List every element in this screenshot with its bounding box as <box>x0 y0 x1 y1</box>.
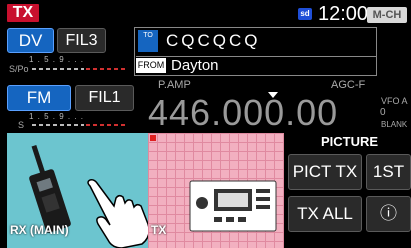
tx-panel-indicator <box>150 135 156 141</box>
to-call-sign[interactable]: CQCQCQ <box>166 31 261 51</box>
clock: 12:00 <box>318 3 369 25</box>
pict-tx-button[interactable]: PICT TX <box>288 154 362 190</box>
base-station-radio-icon <box>189 180 277 232</box>
meter-bar-2 <box>32 124 84 126</box>
mode-button-dv[interactable]: DV <box>7 28 54 53</box>
meter-bar-1 <box>32 68 84 70</box>
frequency-readout[interactable]: 446.000.00 <box>148 92 338 134</box>
tx-all-button[interactable]: TX ALL <box>288 196 362 232</box>
agc-label: AGC-F <box>331 79 366 91</box>
frequency-small-digit: 0 <box>380 107 386 118</box>
tx-indicator-badge: TX <box>7 4 39 22</box>
meter-scale-1: 1 . 5 . 9 . . . <box>29 55 85 64</box>
mode-button-fm[interactable]: FM <box>7 85 71 111</box>
memory-mode-badge[interactable]: M-CH <box>367 7 407 23</box>
meter-bar-2-over <box>86 124 128 126</box>
rx-panel-label: RX (MAIN) <box>10 223 69 237</box>
from-repeater[interactable]: Dayton <box>171 57 219 74</box>
to-label: TO <box>138 30 158 52</box>
meter-label-s: S <box>18 120 25 130</box>
meter-label-spo: S/Po <box>9 64 29 74</box>
tx-picture-panel[interactable] <box>148 133 284 248</box>
tx-panel-label: TX <box>151 223 167 237</box>
preamp-label: P.AMP <box>158 79 191 91</box>
meter-scale-2: 1 . 5 . 9 . . . <box>29 112 85 121</box>
sd-card-icon: sd <box>298 8 312 20</box>
first-button[interactable]: 1ST <box>366 154 411 190</box>
info-button[interactable]: ⓘ <box>366 196 411 232</box>
blank-label: BLANK <box>381 120 408 129</box>
filter-button-fil1[interactable]: FIL1 <box>75 85 134 111</box>
touch-hand-icon <box>87 179 150 248</box>
meter-bar-1-over <box>86 68 128 70</box>
picture-section-title: PICTURE <box>320 134 379 149</box>
filter-button-fil3[interactable]: FIL3 <box>57 28 106 53</box>
vfo-label: VFO A <box>381 96 408 106</box>
from-label: FROM <box>136 58 166 73</box>
